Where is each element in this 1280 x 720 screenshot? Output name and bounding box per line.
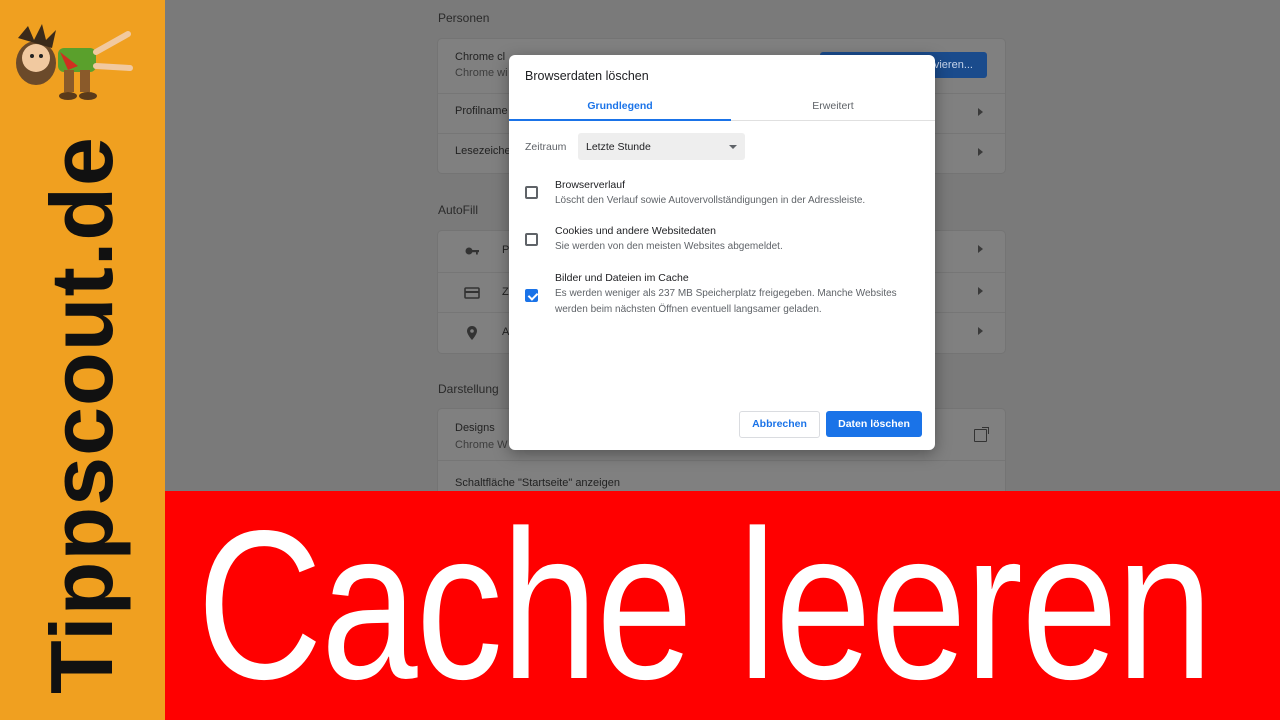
tab-advanced[interactable]: Erweitert (731, 100, 935, 120)
option-title: Bilder und Dateien im Cache (555, 272, 689, 284)
dropdown-arrow-icon (729, 145, 737, 149)
clear-data-button[interactable]: Daten löschen (826, 411, 922, 437)
chevron-right-icon (978, 245, 983, 253)
time-range-label: Zeitraum (525, 141, 567, 153)
sync-subtitle: Chrome wi (455, 67, 508, 79)
tab-indicator (509, 119, 731, 121)
brand-strip: Tippscout.de (0, 0, 165, 720)
open-external-icon (974, 427, 989, 442)
option-description: Es werden weniger als 237 MB Speicherpla… (555, 288, 897, 315)
key-icon (465, 247, 479, 255)
option-title: Cookies und andere Websitedaten (555, 225, 716, 237)
designs-subtitle: Chrome W (455, 439, 508, 451)
cancel-button[interactable]: Abbrechen (739, 411, 820, 438)
chevron-right-icon (978, 148, 983, 156)
chevron-right-icon (978, 327, 983, 335)
designs-title: Designs (455, 422, 495, 434)
tab-basic[interactable]: Grundlegend (509, 100, 731, 120)
time-range-select[interactable]: Letzte Stunde (578, 133, 745, 160)
sync-title: Chrome cl (455, 51, 506, 63)
history-checkbox[interactable] (525, 186, 538, 199)
payments-label: Z (502, 286, 509, 298)
profile-label: Profilname (455, 105, 508, 117)
time-range-value: Letzte Stunde (586, 141, 651, 153)
chevron-right-icon (978, 108, 983, 116)
clear-browsing-data-dialog: Browserdaten löschen Grundlegend Erweite… (509, 55, 935, 450)
credit-card-icon (464, 287, 480, 299)
section-title-autofill: AutoFill (438, 203, 479, 217)
bookmarks-label: Lesezeiche (455, 145, 511, 157)
home-button-label: Schaltfläche "Startseite" anzeigen (455, 477, 620, 489)
cookies-checkbox[interactable] (525, 233, 538, 246)
banner-title: Cache leeren (197, 491, 1213, 720)
brand-text: Tippscout.de (32, 136, 131, 694)
mascot-logo (16, 24, 133, 100)
dialog-title: Browserdaten löschen (525, 69, 649, 83)
location-pin-icon (467, 326, 477, 340)
option-description: Löscht den Verlauf sowie Autovervollstän… (555, 195, 866, 206)
section-title-darstellung: Darstellung (438, 382, 499, 396)
option-title: Browserverlauf (555, 179, 626, 191)
option-description: Sie werden von den meisten Websites abge… (555, 241, 783, 252)
chevron-right-icon (978, 287, 983, 295)
title-banner: Cache leeren (165, 491, 1280, 720)
cache-checkbox[interactable] (525, 289, 538, 302)
section-title-personen: Personen (438, 11, 490, 25)
